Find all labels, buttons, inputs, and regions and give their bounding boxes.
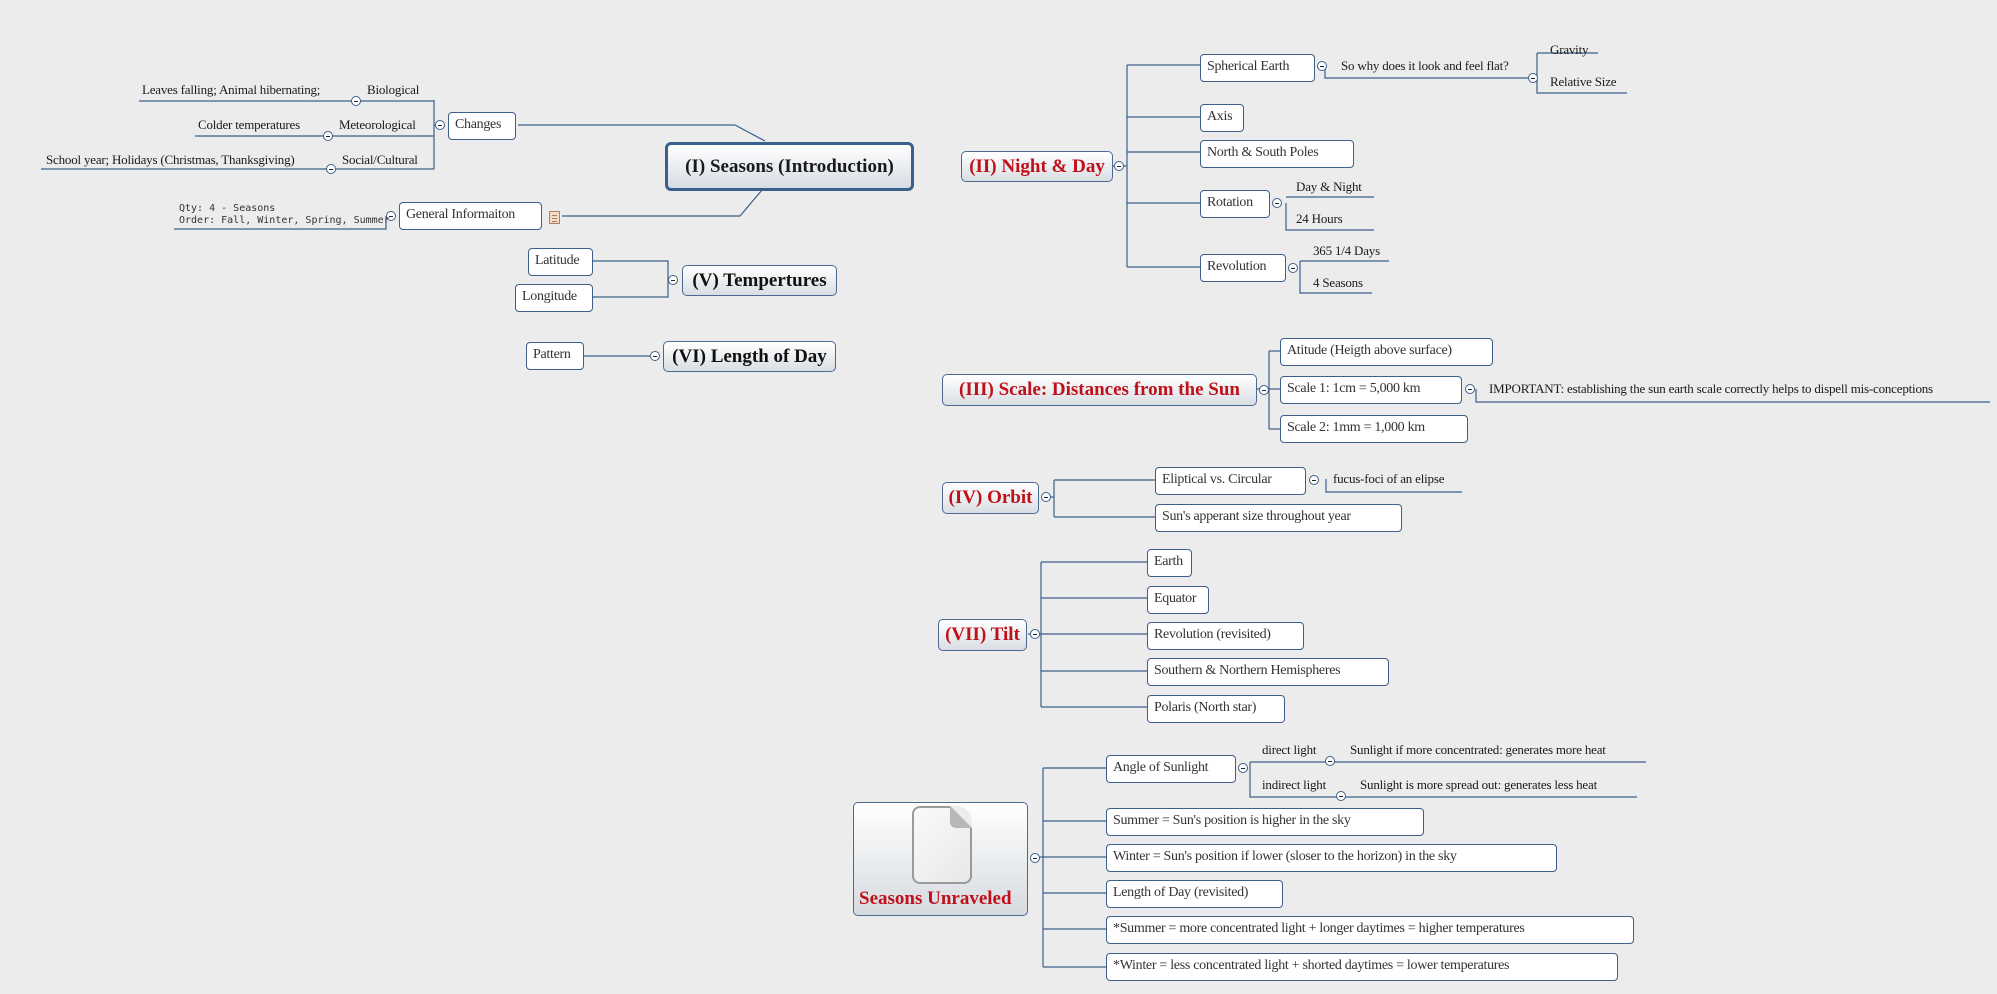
- general-info-node[interactable]: General Informaiton: [399, 202, 542, 230]
- collapse-toggle[interactable]: [323, 131, 333, 141]
- scale-1-node[interactable]: Scale 1: 1cm = 5,000 km: [1280, 376, 1462, 404]
- change-meteorological-detail: Colder temperatures: [198, 117, 300, 132]
- connector: [562, 189, 763, 217]
- tilt-equator-node[interactable]: Equator: [1147, 586, 1209, 614]
- scale-important-note: IMPORTANT: establishing the sun earth sc…: [1489, 381, 1933, 396]
- note-icon[interactable]: [549, 211, 560, 224]
- topic-seasons-unraveled[interactable]: Seasons Unraveled: [853, 802, 1028, 916]
- angle-sunlight-node[interactable]: Angle of Sunlight: [1106, 755, 1236, 783]
- flat-question: So why does it look and feel flat?: [1341, 58, 1509, 73]
- change-social: Social/Cultural: [342, 152, 418, 167]
- rotation-24-hours: 24 Hours: [1296, 211, 1343, 226]
- scale-altitude-node[interactable]: Atitude (Heigth above surface): [1280, 338, 1493, 366]
- apparent-size-node[interactable]: Sun's apperant size throughout year: [1155, 504, 1402, 532]
- collapse-toggle[interactable]: [1317, 61, 1327, 71]
- change-social-detail: School year; Holidays (Christmas, Thanks…: [46, 152, 295, 167]
- scale-2-node[interactable]: Scale 2: 1mm = 1,000 km: [1280, 415, 1468, 443]
- direct-light-detail: Sunlight if more concentrated: generates…: [1350, 742, 1606, 757]
- tilt-revolution-node[interactable]: Revolution (revisited): [1147, 622, 1304, 650]
- connector: [518, 124, 766, 142]
- unraveled-item[interactable]: Length of Day (revisited): [1106, 880, 1283, 908]
- tilt-hemispheres-node[interactable]: Southern & Northern Hemispheres: [1147, 658, 1389, 686]
- change-biological: Biological: [367, 82, 420, 97]
- rotation-node[interactable]: Rotation: [1200, 190, 1270, 218]
- collapse-toggle[interactable]: [668, 275, 678, 285]
- topic-temperatures[interactable]: (V) Tempertures: [682, 265, 837, 296]
- document-icon: [912, 806, 972, 884]
- collapse-toggle[interactable]: [435, 120, 445, 130]
- change-meteorological: Meteorological: [339, 117, 416, 132]
- collapse-toggle[interactable]: [351, 96, 361, 106]
- central-topic-label: (I) Seasons (Introduction): [685, 155, 894, 177]
- collapse-toggle[interactable]: [1336, 791, 1346, 801]
- topic-length-of-day[interactable]: (VI) Length of Day: [663, 341, 836, 372]
- collapse-toggle[interactable]: [1288, 263, 1298, 273]
- seasons-unraveled-label: Seasons Unraveled: [859, 888, 1012, 909]
- poles-node[interactable]: North & South Poles: [1200, 140, 1354, 168]
- tilt-polaris-node[interactable]: Polaris (North star): [1147, 695, 1285, 723]
- central-topic[interactable]: (I) Seasons (Introduction): [665, 142, 914, 191]
- changes-node[interactable]: Changes: [448, 112, 516, 140]
- topic-orbit[interactable]: (IV) Orbit: [942, 482, 1039, 514]
- revolution-node[interactable]: Revolution: [1200, 254, 1286, 282]
- foci-note: fucus-foci of an elipse: [1333, 471, 1445, 486]
- answer-gravity: Gravity: [1550, 42, 1589, 57]
- collapse-toggle[interactable]: [1041, 492, 1051, 502]
- collapse-toggle[interactable]: [1030, 853, 1040, 863]
- indirect-light-detail: Sunlight is more spread out: generates l…: [1360, 777, 1597, 792]
- latitude-node[interactable]: Latitude: [528, 248, 593, 276]
- collapse-toggle[interactable]: [1259, 385, 1269, 395]
- tilt-earth-node[interactable]: Earth: [1147, 549, 1192, 577]
- unraveled-item[interactable]: *Summer = more concentrated light + long…: [1106, 916, 1634, 944]
- unraveled-item[interactable]: *Winter = less concentrated light + shor…: [1106, 953, 1618, 981]
- axis-node[interactable]: Axis: [1200, 104, 1244, 132]
- rotation-day-night: Day & Night: [1296, 179, 1362, 194]
- collapse-toggle[interactable]: [326, 164, 336, 174]
- collapse-toggle[interactable]: [1528, 73, 1538, 83]
- direct-light: direct light: [1262, 742, 1317, 757]
- revolution-seasons: 4 Seasons: [1313, 275, 1363, 290]
- indirect-light: indirect light: [1262, 777, 1326, 792]
- spherical-earth-node[interactable]: Spherical Earth: [1200, 54, 1315, 82]
- collapse-toggle[interactable]: [1272, 198, 1282, 208]
- collapse-toggle[interactable]: [1465, 384, 1475, 394]
- connector: [593, 260, 669, 298]
- pattern-node[interactable]: Pattern: [526, 342, 584, 370]
- topic-scale[interactable]: (III) Scale: Distances from the Sun: [942, 374, 1257, 406]
- longitude-node[interactable]: Longitude: [515, 284, 593, 312]
- elliptical-node[interactable]: Eliptical vs. Circular: [1155, 467, 1306, 495]
- collapse-toggle[interactable]: [1309, 475, 1319, 485]
- unraveled-item[interactable]: Winter = Sun's position if lower (sloser…: [1106, 844, 1557, 872]
- collapse-toggle[interactable]: [1325, 756, 1335, 766]
- topic-night-day[interactable]: (II) Night & Day: [961, 151, 1113, 182]
- collapse-toggle[interactable]: [1030, 629, 1040, 639]
- collapse-toggle[interactable]: [650, 351, 660, 361]
- collapse-toggle[interactable]: [1114, 161, 1124, 171]
- change-biological-detail: Leaves falling; Animal hibernating;: [142, 82, 321, 97]
- general-info-note: Qty: 4 - Seasons Order: Fall, Winter, Spr…: [179, 203, 390, 226]
- collapse-toggle[interactable]: [1238, 763, 1248, 773]
- unraveled-item[interactable]: Summer = Sun's position is higher in the…: [1106, 808, 1424, 836]
- answer-relative-size: Relative Size: [1550, 74, 1617, 89]
- revolution-days: 365 1/4 Days: [1313, 243, 1380, 258]
- topic-tilt[interactable]: (VII) Tilt: [938, 619, 1027, 651]
